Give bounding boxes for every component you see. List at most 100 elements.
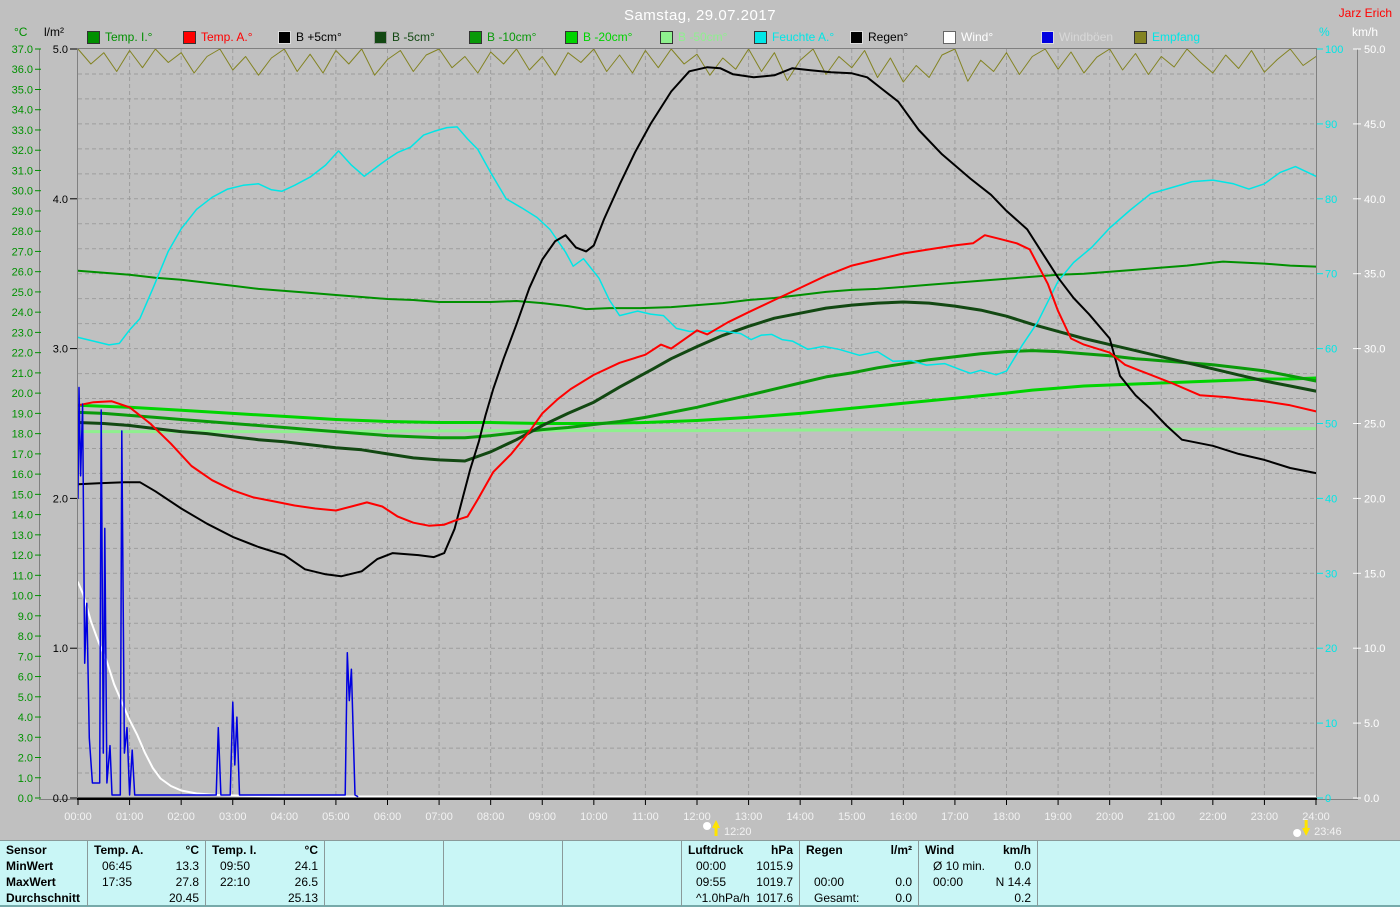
- tick-label-hour: 13:00: [735, 811, 763, 823]
- table-row: ^1.0hPa/h 1017.6: [688, 890, 793, 906]
- tick-label-temp: 22.0: [12, 348, 33, 360]
- tick-label-hour: 20:00: [1096, 811, 1124, 823]
- table-col-empty: [563, 841, 682, 906]
- tick-label-hour: 23:00: [1251, 811, 1279, 823]
- table-cell-value: 1017.6: [756, 891, 793, 905]
- table-group-name: Regen: [806, 843, 843, 857]
- table-cell-value: 24.1: [294, 859, 318, 873]
- tick-label-hour: 09:00: [528, 811, 556, 823]
- tick-label-hour: 00:00: [64, 811, 92, 823]
- table-cell-value: 26.5: [294, 875, 318, 889]
- tick-label-hour: 04:00: [271, 811, 299, 823]
- time-marker-label: 12:20: [724, 826, 752, 838]
- tick-label-hour: 14:00: [786, 811, 814, 823]
- tick-label-temp: 25.0: [12, 287, 33, 299]
- tick-label-hour: 12:00: [683, 811, 711, 823]
- table-row: 00:00 N 14.4: [925, 874, 1031, 890]
- table-col-wind: Wind km/h Ø 10 min. 0.0 00:00 N 14.4 0.2: [919, 841, 1038, 906]
- tick-label-hour: 07:00: [425, 811, 453, 823]
- tick-label-hour: 21:00: [1147, 811, 1175, 823]
- table-cell-time: [925, 890, 933, 906]
- tick-label-wind: 35.0: [1364, 269, 1385, 281]
- table-col-regen: Regen l/m² 00:00 0.0 Gesamt: 0.0: [800, 841, 919, 906]
- tick-label-wind: 15.0: [1364, 568, 1385, 580]
- tick-label-temp: 8.0: [18, 631, 33, 643]
- tick-label-temp: 4.0: [18, 712, 33, 724]
- table-cell-value: 0.0: [895, 875, 912, 889]
- table-row: [450, 858, 556, 874]
- tick-label-humidity: 90: [1325, 119, 1337, 131]
- table-cell-time: [450, 858, 458, 874]
- table-cell-time: [450, 890, 458, 906]
- tick-label-rain: 4.0: [53, 194, 68, 206]
- tick-label-hour: 19:00: [1044, 811, 1072, 823]
- tick-label-temp: 28.0: [12, 226, 33, 238]
- tick-label-temp: 6.0: [18, 672, 33, 684]
- tick-label-temp: 16.0: [12, 469, 33, 481]
- table-row: 25.13: [212, 890, 318, 906]
- tick-label-temp: 18.0: [12, 429, 33, 441]
- table-row: 17:35 27.8: [94, 874, 199, 890]
- stats-table: Sensor MinWert MaxWert Durchschnitt Temp. A.…: [0, 840, 1400, 907]
- table-row: [569, 890, 675, 906]
- tick-label-temp: 29.0: [12, 206, 33, 218]
- tick-label-rain: 1.0: [53, 643, 68, 655]
- table-col-temp-i-: Temp. I. °C 09:50 24.1 22:10 26.5 25.13: [206, 841, 325, 906]
- table-row: 09:55 1019.7: [688, 874, 793, 890]
- table-cell-time: 22:10: [220, 875, 251, 889]
- tick-label-hour: 03:00: [219, 811, 247, 823]
- table-row-label: MaxWert: [6, 875, 56, 889]
- table-row: 00:00 0.0: [806, 874, 912, 890]
- tick-label-wind: 10.0: [1364, 643, 1385, 655]
- table-cell-time: [331, 890, 339, 906]
- moon-icon: [703, 822, 712, 830]
- tick-label-temp: 34.0: [12, 105, 33, 117]
- table-row: 00:00 1015.9: [688, 858, 793, 874]
- table-row: 0.2: [925, 890, 1031, 906]
- table-col-empty: [444, 841, 563, 906]
- tick-label-hour: 16:00: [890, 811, 918, 823]
- tick-label-hour: 18:00: [993, 811, 1021, 823]
- table-col-temp-a-: Temp. A. °C 06:45 13.3 17:35 27.8 20.45: [88, 841, 206, 906]
- tick-label-temp: 27.0: [12, 246, 33, 258]
- tick-label-hour: 08:00: [477, 811, 505, 823]
- table-row: [1044, 890, 1394, 906]
- table-cell-time: [331, 858, 339, 874]
- tick-label-temp: 20.0: [12, 388, 33, 400]
- table-group-name: Temp. A.: [94, 843, 144, 857]
- table-cell-time: 09:50: [220, 859, 251, 873]
- table-cell-time: [94, 890, 102, 906]
- table-row: [331, 890, 437, 906]
- moon-icon: [1293, 829, 1302, 837]
- table-cell-time: [1044, 874, 1052, 890]
- table-cell-value: N 14.4: [995, 875, 1031, 889]
- table-row: [450, 890, 556, 906]
- tick-label-temp: 1.0: [18, 773, 33, 785]
- table-row: [331, 874, 437, 890]
- table-group-unit: km/h: [1002, 843, 1031, 857]
- tick-label-wind: 5.0: [1364, 718, 1379, 730]
- tick-label-temp: 12.0: [12, 550, 33, 562]
- table-cell-time: [569, 890, 577, 906]
- tick-label-temp: 36.0: [12, 64, 33, 76]
- tick-label-rain: 2.0: [53, 493, 68, 505]
- table-cell-time: 06:45: [102, 859, 133, 873]
- table-group-unit: °C: [304, 843, 318, 857]
- tick-label-wind: 40.0: [1364, 194, 1385, 206]
- tick-label-temp: 10.0: [12, 591, 33, 603]
- table-group-unit: l/m²: [890, 843, 912, 857]
- table-group-unit: °C: [185, 843, 199, 857]
- table-cell-value: 1019.7: [756, 875, 793, 889]
- table-cell-value: 20.45: [168, 891, 199, 905]
- table-row: 22:10 26.5: [212, 874, 318, 890]
- tick-label-humidity: 0: [1325, 793, 1331, 805]
- tick-label-rain: 3.0: [53, 344, 68, 356]
- table-cell-value: 13.3: [175, 859, 199, 873]
- table-cell-time: Ø 10 min.: [933, 859, 986, 873]
- table-cell-time: [569, 858, 577, 874]
- table-cell-time: [331, 874, 339, 890]
- table-group-name: Luftdruck: [688, 843, 744, 857]
- table-row: [331, 858, 437, 874]
- tick-label-temp: 37.0: [12, 44, 33, 56]
- tick-label-hour: 06:00: [374, 811, 402, 823]
